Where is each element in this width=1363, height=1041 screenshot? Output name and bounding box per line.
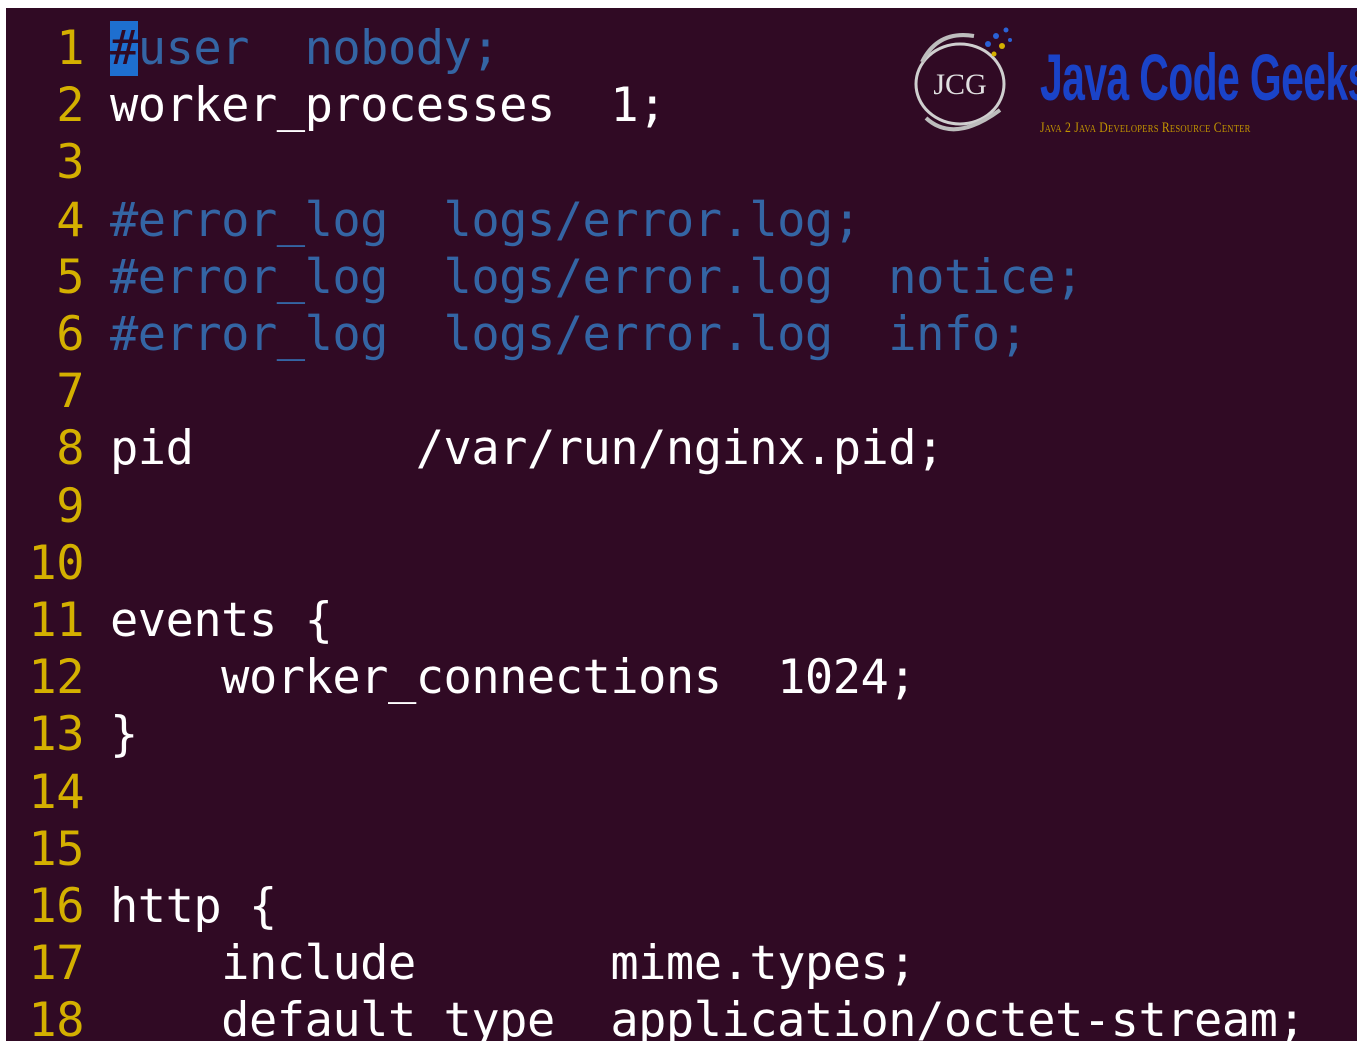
- code-line[interactable]: 11 events {: [6, 592, 1305, 649]
- line-number: 5: [56, 249, 84, 305]
- line-number: 1: [56, 21, 84, 77]
- text-cursor: #: [110, 21, 138, 77]
- line-number: 15: [28, 821, 84, 877]
- logo-title: Java Code Geeks: [1040, 40, 1357, 114]
- line-number: 17: [28, 936, 84, 992]
- code-line[interactable]: 10: [6, 535, 1305, 592]
- line-number: 3: [56, 135, 84, 191]
- line-text: #error_log logs/error.log info;: [110, 307, 1028, 363]
- line-number: 6: [56, 307, 84, 363]
- line-text: events {: [110, 592, 333, 648]
- line-text: default_type application/octet-stream;: [110, 993, 1306, 1041]
- line-number: 2: [56, 78, 84, 134]
- line-text: http {: [110, 878, 277, 934]
- line-number: 11: [28, 592, 84, 648]
- line-text: include mime.types;: [110, 936, 917, 992]
- line-number: 9: [56, 478, 84, 534]
- line-number: 10: [28, 535, 84, 591]
- line-number: 13: [28, 707, 84, 763]
- line-number: 7: [56, 364, 84, 420]
- line-number: 4: [56, 192, 84, 248]
- line-text: }: [110, 707, 138, 763]
- code-line[interactable]: 4 #error_log logs/error.log;: [6, 192, 1305, 249]
- line-number: 12: [28, 650, 84, 706]
- line-number: 8: [56, 421, 84, 477]
- code-line[interactable]: 9: [6, 478, 1305, 535]
- terminal-editor[interactable]: 1 # user nobody; 2 worker_processes 1; 3 …: [6, 8, 1357, 1041]
- code-line[interactable]: 16 http {: [6, 878, 1305, 935]
- line-text: worker_connections 1024;: [110, 650, 917, 706]
- code-line[interactable]: 7: [6, 363, 1305, 420]
- emblem-text: JCG: [933, 68, 986, 101]
- code-lines: 1 # user nobody; 2 worker_processes 1; 3 …: [6, 20, 1306, 1041]
- code-line[interactable]: 13 }: [6, 706, 1305, 763]
- line-text: #error_log logs/error.log;: [110, 192, 861, 248]
- line-text: pid /var/run/nginx.pid;: [110, 421, 944, 477]
- line-number: 16: [28, 878, 84, 934]
- line-text: worker_processes 1;: [110, 78, 666, 134]
- line-text: #error_log logs/error.log notice;: [110, 249, 1083, 305]
- code-line[interactable]: 18 default_type application/octet-stream…: [6, 992, 1305, 1041]
- code-line[interactable]: 6 #error_log logs/error.log info;: [6, 306, 1305, 363]
- code-line[interactable]: 8 pid /var/run/nginx.pid;: [6, 420, 1305, 477]
- code-line[interactable]: 12 worker_connections 1024;: [6, 649, 1305, 706]
- line-text: user nobody;: [137, 21, 500, 77]
- code-line[interactable]: 14: [6, 763, 1305, 820]
- java-code-geeks-logo: JCG Java Code Geeks Java 2 Java Develope…: [908, 22, 1357, 152]
- line-number: 14: [28, 764, 84, 820]
- code-line[interactable]: 17 include mime.types;: [6, 935, 1305, 992]
- code-line[interactable]: 5 #error_log logs/error.log notice;: [6, 249, 1305, 306]
- code-line[interactable]: 15: [6, 821, 1305, 878]
- logo-subtitle: Java 2 Java Developers Resource Center: [1040, 120, 1251, 136]
- jcg-emblem-icon: JCG: [914, 27, 1012, 132]
- line-number: 18: [28, 993, 84, 1041]
